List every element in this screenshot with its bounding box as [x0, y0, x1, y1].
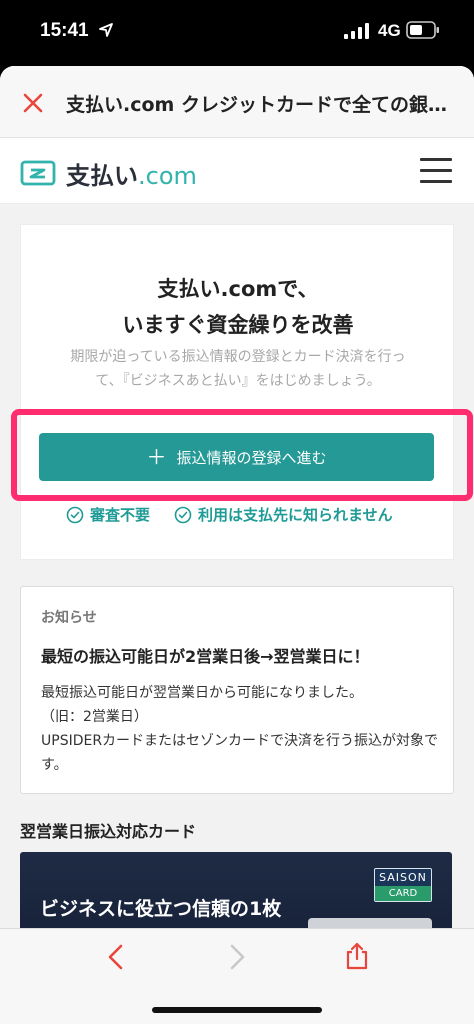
notice-body-line: 最短振込可能日が翌営業日から可能になりました。 [41, 685, 363, 701]
notice-card[interactable]: お知らせ 最短の振込可能日が2営業日後→翌営業日に！ 最短振込可能日が翌営業日か… [20, 586, 454, 794]
check-item-no-screening: 審査不要 [66, 504, 150, 525]
close-icon[interactable] [22, 92, 44, 114]
battery-icon [406, 21, 439, 39]
hero-title-line2: いますぐ資金繰りを改善 [122, 313, 354, 337]
share-icon[interactable] [344, 941, 370, 971]
saison-logo-bottom: CARD [375, 886, 431, 901]
site-header: 支払い.com [0, 138, 474, 204]
cta-label: 振込情報の登録へ進む [176, 448, 327, 467]
browser-header: 支払い.com クレジットカードで全ての銀… [0, 66, 474, 138]
saison-logo-top: SAISON [379, 871, 427, 884]
logo-icon[interactable] [20, 160, 56, 186]
status-time: 15:41 [40, 20, 89, 41]
status-bar: 15:41 4G [0, 0, 474, 62]
check-label: 審査不要 [90, 506, 151, 524]
site-logo[interactable]: 支払い.com [66, 156, 197, 191]
notice-label: お知らせ [41, 610, 97, 626]
hero-description: 期限が迫っている振込情報の登録とカード決済を行って、『ビジネスあと払い』をはじめ… [70, 349, 406, 389]
signal-bars-icon [344, 23, 369, 39]
check-label: 利用は支払先に知られません [198, 506, 393, 524]
location-arrow-icon [99, 23, 113, 37]
hamburger-menu-icon[interactable] [420, 158, 452, 186]
network-type: 4G [378, 21, 401, 40]
register-transfer-button[interactable]: ＋ 振込情報の登録へ進む [39, 433, 434, 481]
forward-chevron-icon[interactable] [226, 943, 248, 971]
check-item-private: 利用は支払先に知られません [174, 504, 393, 525]
plus-icon: ＋ [146, 445, 167, 469]
browser-toolbar [0, 928, 474, 1024]
notice-title: 最短の振込可能日が2営業日後→翌営業日に！ [41, 647, 370, 666]
hero-title-line1: 支払い.comで、 [157, 277, 319, 301]
back-chevron-icon[interactable] [105, 943, 127, 971]
saison-card-logo: SAISON CARD [374, 868, 432, 902]
notice-body: 最短振込可能日が翌営業日から可能になりました。 （旧：2営業日） UPSIDER… [41, 681, 441, 777]
feature-checks: 審査不要 利用は支払先に知られません [66, 504, 393, 525]
section-title: 翌営業日振込対応カード [20, 822, 197, 841]
check-circle-icon [174, 506, 192, 523]
notice-body-line: UPSIDERカードまたはセゾンカードで決済を行う振込が対象です。 [41, 733, 439, 773]
check-circle-icon [66, 506, 84, 523]
home-indicator [152, 1007, 322, 1013]
logo-main-text: 支払い [66, 162, 138, 190]
page-title: 支払い.com クレジットカードで全ての銀… [66, 94, 447, 116]
hero-title: 支払い.comで、 いますぐ資金繰りを改善 [21, 271, 455, 343]
promo-text: ビジネスに役立つ信頼の1枚 [40, 898, 282, 920]
notice-body-line: （旧：2営業日） [41, 709, 148, 725]
logo-suffix-text: .com [138, 162, 197, 190]
